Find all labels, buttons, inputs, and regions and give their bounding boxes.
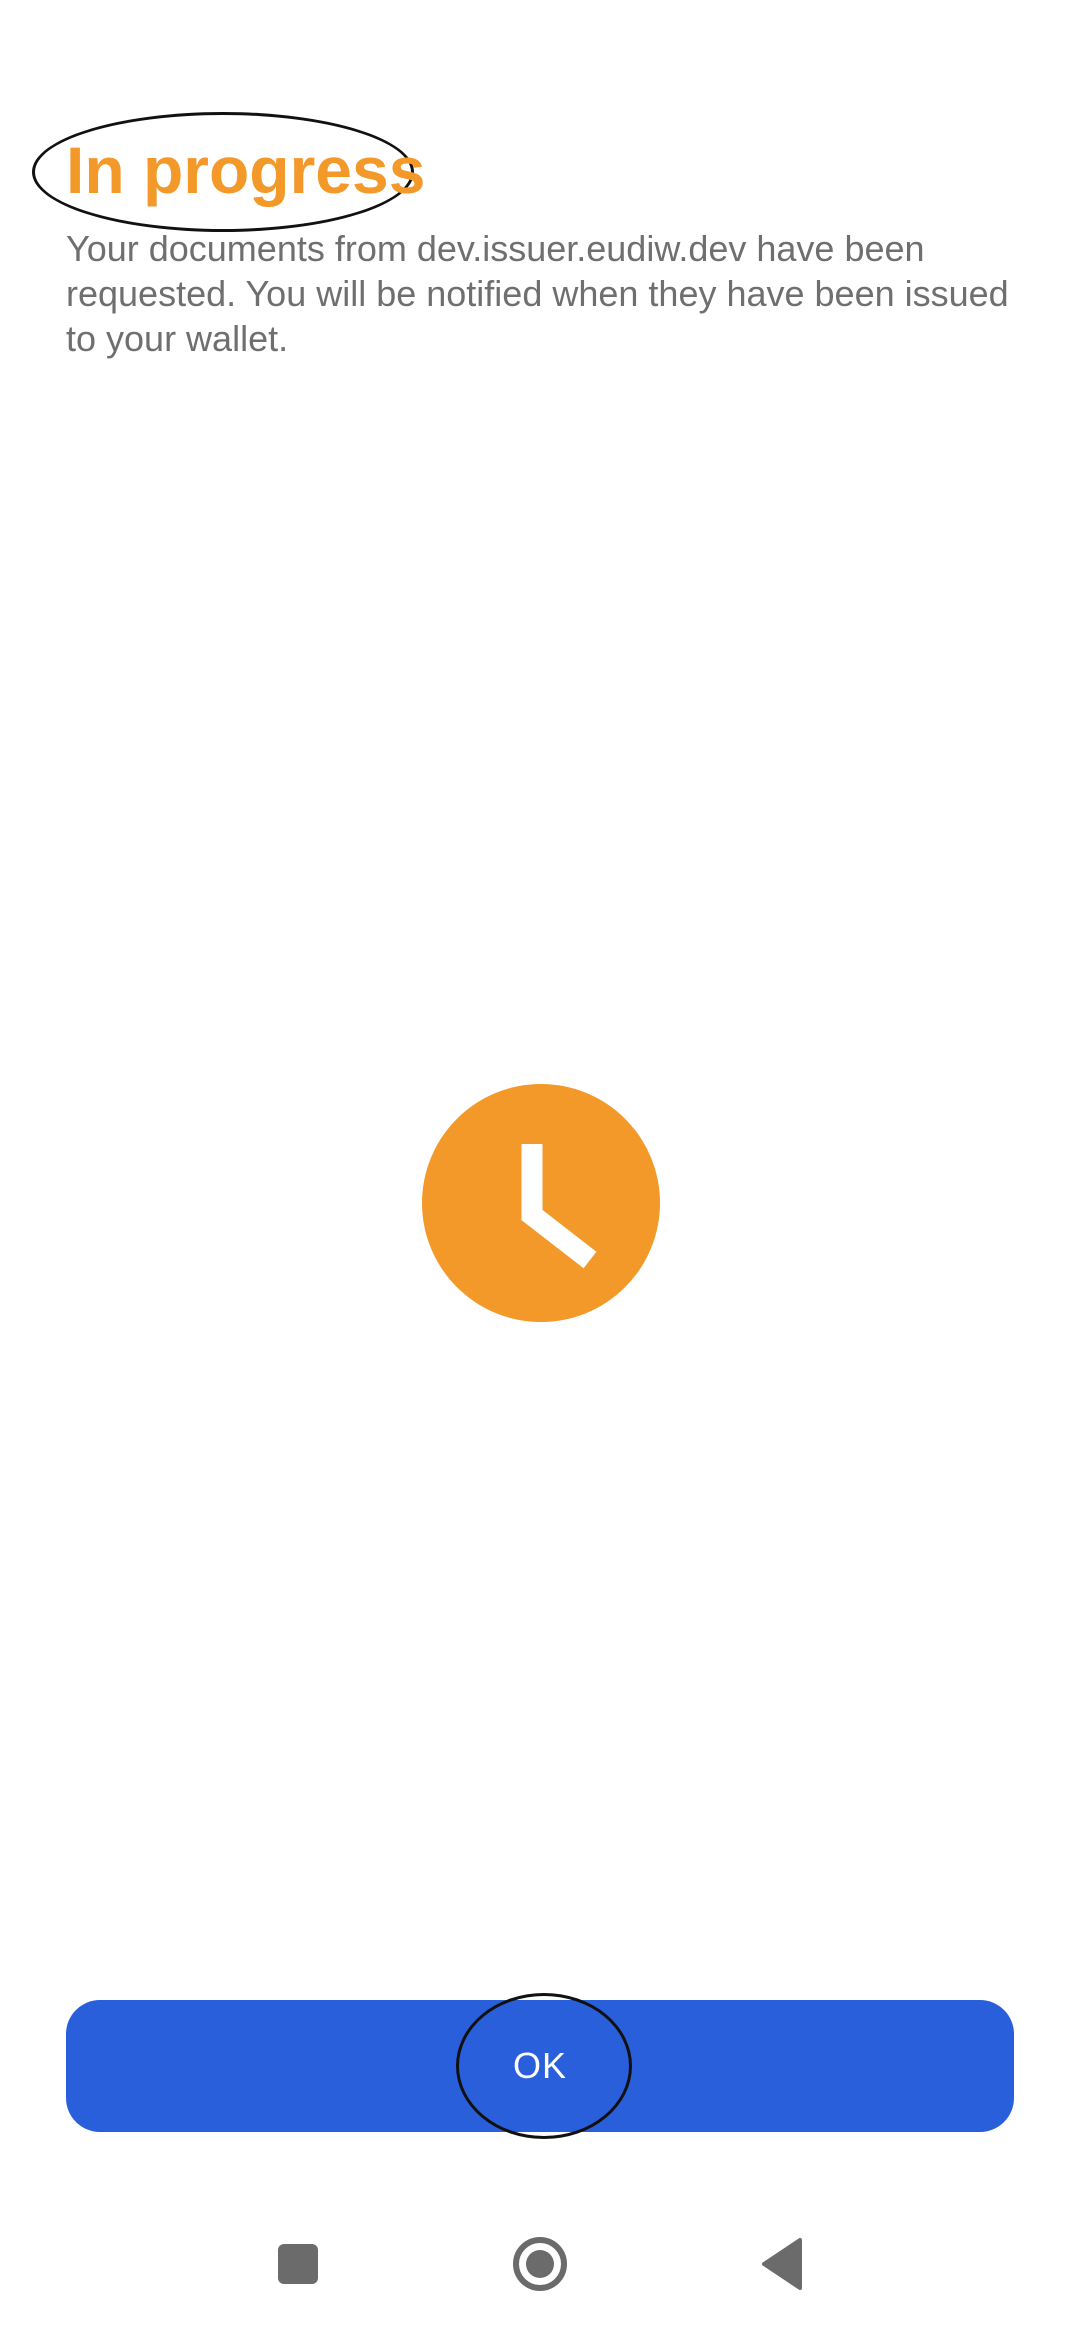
clock-icon [422, 1084, 660, 1322]
recents-button[interactable] [252, 2220, 342, 2310]
triangle-back-icon [762, 2238, 802, 2290]
square-icon [278, 2244, 318, 2284]
back-button[interactable] [734, 2220, 824, 2310]
system-navigation-bar [0, 2220, 1080, 2310]
ok-button[interactable]: OK [66, 1993, 1014, 2139]
home-button[interactable] [494, 2220, 584, 2310]
page-title: In progress [66, 133, 426, 207]
ok-highlight-ellipse [456, 1993, 632, 2139]
circle-icon [513, 2237, 567, 2291]
status-description: Your documents from dev.issuer.eudiw.dev… [66, 228, 1009, 359]
title-annotation: In progress [32, 112, 425, 232]
